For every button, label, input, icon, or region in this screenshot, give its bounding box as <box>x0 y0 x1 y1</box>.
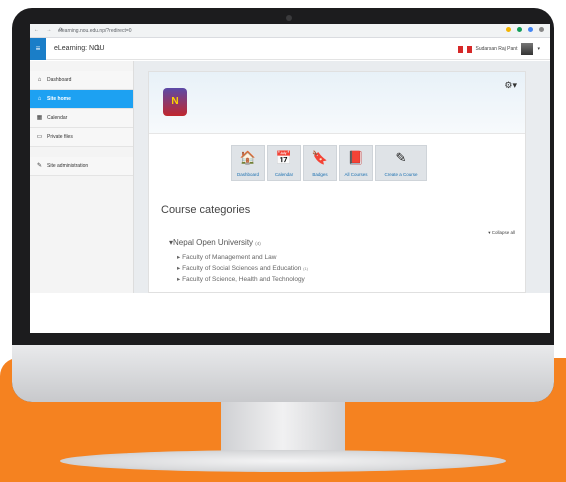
page-header: N ⚙▾ <box>149 72 525 134</box>
sidebar-item-private-files[interactable]: ▭ Private files <box>30 128 133 147</box>
browser-toolbar: ← → ⟳ elearning.nou.edu.np/?redirect=0 <box>30 24 550 38</box>
extension-icon[interactable] <box>528 27 533 32</box>
tile-label: Create a Course <box>384 172 418 177</box>
monitor-stand-neck <box>221 402 345 454</box>
sidebar-item-label: Dashboard <box>47 76 72 83</box>
gear-icon[interactable]: ⚙▾ <box>504 80 517 91</box>
subcategory-name[interactable]: Faculty of Social Sciences and Education <box>182 265 301 272</box>
list-item[interactable]: ▸ Faculty of Science, Health and Technol… <box>177 274 308 285</box>
monitor-stand-base <box>60 450 506 472</box>
main-region: N ⚙▾ 🏠 Dashboard 📅 Calendar 🔖 Badges 📕 A… <box>134 61 550 293</box>
category-root[interactable]: ▾Nepal Open University (4) <box>169 238 261 247</box>
tile-create-course[interactable]: ✎ Create a Course <box>375 145 427 181</box>
sidebar-item-label: Site home <box>47 95 71 102</box>
collapse-all-link[interactable]: ▾ Collapse all <box>488 230 515 236</box>
camera-icon <box>286 15 292 21</box>
category-name[interactable]: Nepal Open University <box>173 238 253 247</box>
home-icon: ⌂ <box>37 76 42 83</box>
calendar-icon: 📅 <box>275 150 293 165</box>
hamburger-menu-button[interactable]: ≡ <box>30 38 46 60</box>
subcategory-name[interactable]: Faculty of Management and Law <box>182 254 276 261</box>
extension-icon[interactable] <box>517 27 522 32</box>
edit-icon: ✎ <box>395 150 407 165</box>
page-content: N ⚙▾ 🏠 Dashboard 📅 Calendar 🔖 Badges 📕 A… <box>148 71 526 293</box>
sidebar-item-label: Calendar <box>47 114 68 121</box>
sidebar-item-calendar[interactable]: ▦ Calendar <box>30 109 133 128</box>
bookmark-icon: 🔖 <box>311 150 329 165</box>
extension-icon[interactable] <box>506 27 511 32</box>
user-name[interactable]: Sudarsan Raj Pant <box>476 46 518 52</box>
book-icon: 📕 <box>347 150 365 165</box>
tile-label: Dashboard <box>236 172 259 177</box>
calendar-icon: ▦ <box>36 114 43 121</box>
moodle-navbar: ≡ eLearning: NOU ⊥ Sudarsan Raj Pant ▾ <box>30 38 550 60</box>
home-icon: ⌂ <box>37 95 42 102</box>
tile-label: Badges <box>312 172 328 177</box>
menu-icon[interactable] <box>539 27 544 32</box>
home-icon: 🏠 <box>239 150 257 165</box>
wrench-icon: ✎ <box>36 162 43 169</box>
sidebar-item-label: Site administration <box>47 162 89 169</box>
university-logo[interactable]: N <box>163 88 187 116</box>
tile-label: All Courses <box>344 172 368 177</box>
monitor-chin <box>12 345 554 402</box>
browser-extensions <box>506 27 544 32</box>
sidebar-item-dashboard[interactable]: ⌂ Dashboard <box>30 71 133 90</box>
list-item[interactable]: ▸ Faculty of Management and Law <box>177 252 308 263</box>
chevron-down-icon[interactable]: ▾ <box>537 46 540 52</box>
nav-drawer: ⌂ Dashboard ⌂ Site home ▦ Calendar ▭ Pri… <box>30 61 134 293</box>
tile-dashboard[interactable]: 🏠 Dashboard <box>231 145 265 181</box>
list-item[interactable]: ▸ Faculty of Social Sciences and Educati… <box>177 263 308 274</box>
monitor-screen: ← → ⟳ elearning.nou.edu.np/?redirect=0 ≡… <box>30 24 550 333</box>
course-categories-heading: Course categories <box>161 204 251 216</box>
category-count: (4) <box>255 241 261 246</box>
category-count: (1) <box>303 266 309 271</box>
tile-calendar[interactable]: 📅 Calendar <box>267 145 301 181</box>
address-bar[interactable]: elearning.nou.edu.np/?redirect=0 <box>58 28 132 34</box>
message-icon[interactable] <box>466 45 472 53</box>
file-icon: ▭ <box>36 133 43 140</box>
tile-all-courses[interactable]: 📕 All Courses <box>339 145 373 181</box>
sidebar-item-site-home[interactable]: ⌂ Site home <box>30 90 133 109</box>
avatar[interactable] <box>521 43 534 55</box>
sidebar-item-site-administration[interactable]: ✎ Site administration <box>30 157 133 176</box>
sidebar-item-label: Private files <box>47 133 73 140</box>
tile-badges[interactable]: 🔖 Badges <box>303 145 337 181</box>
language-icon[interactable]: ⊥ <box>94 43 101 52</box>
user-menu[interactable]: Sudarsan Raj Pant ▾ <box>457 43 540 55</box>
tile-label: Calendar <box>274 172 294 177</box>
notification-icon[interactable] <box>457 45 463 53</box>
quick-links: 🏠 Dashboard 📅 Calendar 🔖 Badges 📕 All Co… <box>231 145 427 181</box>
subcategory-name[interactable]: Faculty of Science, Health and Technolog… <box>182 276 305 283</box>
subcategory-list: ▸ Faculty of Management and Law ▸ Facult… <box>177 252 308 285</box>
